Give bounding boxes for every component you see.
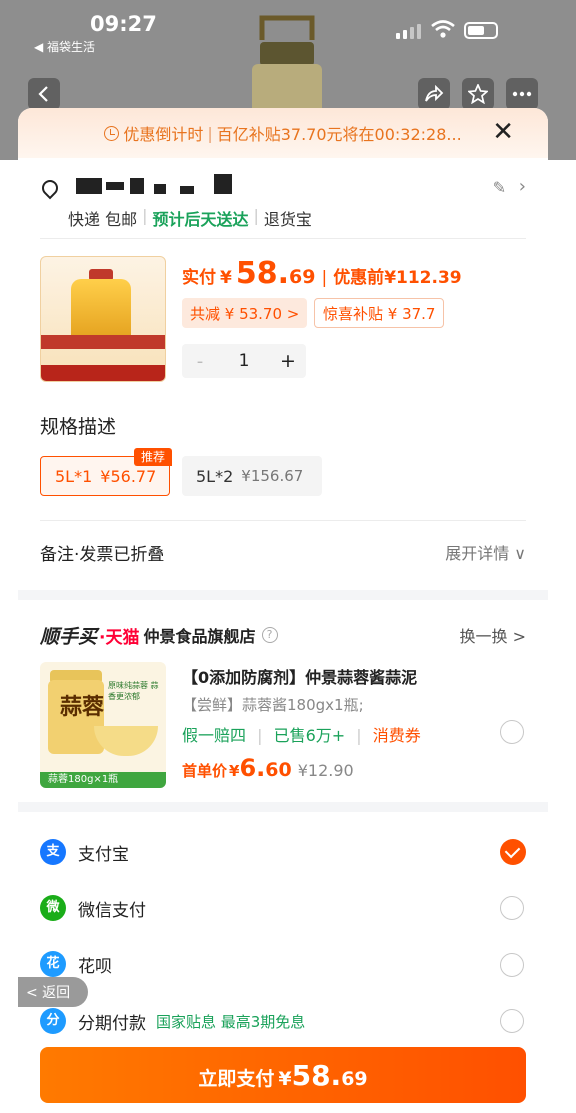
wifi-icon (431, 20, 455, 38)
section-gap (18, 802, 548, 812)
original-price: ¥12.90 (297, 761, 354, 780)
addon-price: 首单价 ¥ 6. 60 ¥12.90 (182, 754, 354, 782)
addon-title[interactable]: 【0添加防腐剂】仲景蒜蓉酱蒜泥 (182, 664, 417, 688)
share-button[interactable] (418, 78, 450, 110)
spec-option-5l-2[interactable]: 5L*2 ¥156.67 (182, 456, 322, 496)
status-bar: 09:27 ◀ 福袋生活 (18, 0, 548, 60)
paid-price: 58. (235, 256, 289, 291)
close-icon[interactable]: ✕ (492, 119, 514, 145)
paid-label: 实付 (182, 268, 216, 288)
back-to-app-link[interactable]: ◀ 福袋生活 (34, 38, 95, 55)
divider (40, 520, 526, 521)
clock-icon (104, 125, 120, 141)
installment-promo: 国家贴息 最高3期免息 (156, 1012, 306, 1031)
wechat-radio[interactable] (500, 896, 524, 920)
decrease-button[interactable]: - (182, 351, 218, 372)
address-row[interactable]: ✎ › 快递 包邮 | 预计后天送达 | 退货宝 (18, 172, 548, 232)
swap-button[interactable]: 换一换 > (460, 623, 527, 647)
battery-icon (464, 22, 498, 39)
order-sheet: 优惠倒计时 | 百亿补贴37.70元将在00:32:28... ✕ ✎ › 快递… (18, 108, 548, 1113)
location-pin-icon (38, 176, 62, 200)
signal-icon (396, 24, 421, 39)
quantity-value[interactable]: 1 (218, 351, 270, 371)
addon-tags: 假一赔四 | 已售6万+ | 消费券 (182, 726, 421, 745)
addon-select-radio[interactable] (500, 720, 524, 744)
alipay-selected-check[interactable] (500, 839, 526, 865)
increase-button[interactable]: + (270, 350, 306, 372)
return-insurance: 退货宝 (263, 210, 312, 229)
countdown-text: 百亿补贴37.70元将在00:32:28... (216, 125, 462, 144)
pre-discount-price: ¥112.39 (384, 268, 462, 288)
store-name[interactable]: 仲景食品旗舰店 (143, 623, 255, 647)
installment-radio[interactable] (500, 1009, 524, 1033)
chevron-right-icon: › (518, 176, 526, 197)
subsidy-chip: 惊喜补贴 ¥ 37.7 (314, 298, 445, 328)
installment-icon: 分 (40, 1008, 66, 1034)
share-icon (425, 85, 444, 102)
redacted-address (76, 178, 102, 194)
alipay-icon: 支 (40, 839, 66, 865)
addon-brand: 顺手买 (40, 625, 98, 648)
section-gap (18, 590, 548, 600)
total-discount-chip[interactable]: 共减 ¥ 53.70 > (182, 298, 308, 328)
price-summary: 实付 ¥ 58. 69 | 优惠前 ¥112.39 (182, 256, 462, 291)
payment-alipay[interactable]: 支 支付宝 (40, 832, 526, 872)
expand-details-button[interactable]: 展开详情 ∨ (445, 540, 526, 564)
remark-label: 备注·发票已折叠 (40, 545, 165, 565)
pre-discount-label: 优惠前 (333, 268, 385, 288)
divider (40, 238, 526, 239)
addon-thumbnail[interactable]: 蒜蓉 原味纯蒜蓉 蒜香更浓郁 蒜蓉180g×1瓶 (40, 662, 166, 788)
huabei-icon: 花 (40, 951, 66, 977)
payment-installment[interactable]: 分 分期付款 国家贴息 最高3期免息 (40, 1001, 526, 1041)
delivery-estimate: 预计后天送达 (152, 210, 249, 229)
shipping-express: 快递 包邮 (68, 210, 138, 229)
clock: 09:27 (90, 12, 157, 36)
more-icon (512, 91, 532, 97)
tmall-logo: ·天猫 (99, 627, 140, 648)
addon-subtitle: 【尝鲜】蒜蓉酱180gx1瓶; (182, 696, 364, 714)
payment-huabei[interactable]: 花 花呗 (40, 944, 526, 984)
countdown-label: 优惠倒计时 (123, 125, 204, 144)
favorite-button[interactable] (462, 78, 494, 110)
edit-icon[interactable]: ✎ (493, 178, 506, 197)
help-icon[interactable]: ? (261, 627, 278, 643)
spec-title: 规格描述 (40, 416, 117, 438)
wechat-icon: 微 (40, 895, 66, 921)
back-pill-button[interactable]: < 返回 (18, 977, 88, 1007)
chevron-left-icon (38, 86, 48, 102)
huabei-radio[interactable] (500, 953, 524, 977)
quantity-stepper: - 1 + (182, 344, 306, 378)
pay-now-button[interactable]: 立即支付 ¥ 58. 69 (40, 1047, 526, 1103)
countdown-banner: 优惠倒计时 | 百亿补贴37.70元将在00:32:28... ✕ (18, 108, 548, 158)
product-thumbnail[interactable] (40, 256, 166, 382)
more-button[interactable] (506, 78, 538, 110)
addon-header: 顺手买 ·天猫 仲景食品旗舰店 ? (40, 620, 526, 650)
recommended-badge: 推荐 (134, 448, 172, 466)
payment-wechat[interactable]: 微 微信支付 (40, 888, 526, 928)
shipping-info: 快递 包邮 | 预计后天送达 | 退货宝 (68, 206, 312, 229)
back-button[interactable] (28, 78, 60, 110)
star-icon (468, 84, 488, 104)
